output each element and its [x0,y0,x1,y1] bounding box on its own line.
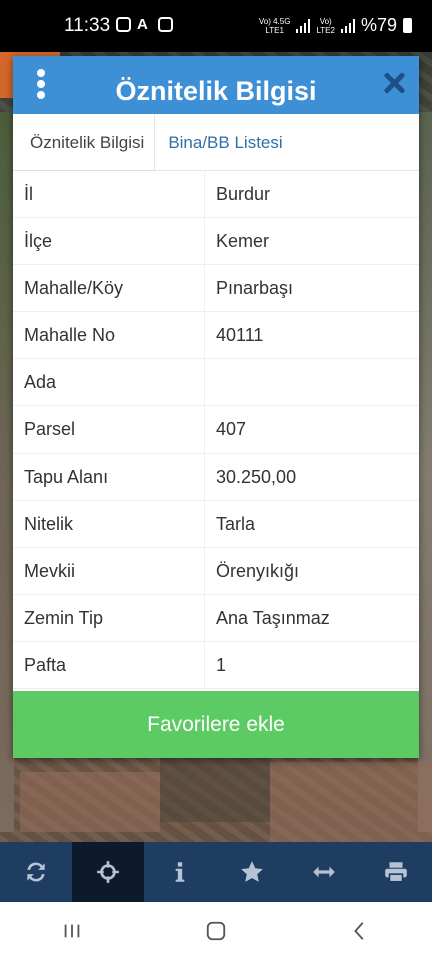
crosshair-icon [97,861,119,883]
map-edge-right [418,112,432,832]
row-key: Parsel [13,406,205,453]
row-value: 40111 [216,325,264,346]
measure-button[interactable] [288,842,360,902]
battery-icon [403,18,412,33]
row-key: Nitelik [13,500,205,547]
row-key: İl [13,171,205,218]
print-icon [385,862,407,883]
map-field [20,772,160,832]
table-row: Pafta 1 [13,641,419,690]
table-row: Parsel 407 [13,406,419,454]
refresh-icon [27,862,45,882]
instagram-icon [116,17,131,32]
row-key: Mahalle No [13,312,205,359]
system-icons: Vo) 4.5G LTE1 Vo) LTE2 %79 [259,15,412,36]
favorites-button[interactable] [216,842,288,902]
dialog-header: Öznitelik Bilgisi [13,56,419,114]
table-row: Nitelik Tarla [13,500,419,548]
map-field [270,762,432,842]
signal-icon-2 [340,18,355,33]
row-key: Zemin Tip [13,594,205,641]
bottom-toolbar [0,842,432,902]
notification-icons: A [116,17,173,32]
table-row: İl Burdur [13,171,419,219]
row-value: 30.250,00 [216,466,297,487]
recent-apps-button[interactable] [52,911,92,951]
app-a-icon: A [137,16,148,33]
star-icon [241,861,263,882]
add-to-favorites-button[interactable]: Favorilere ekle [13,691,419,758]
table-row: Zemin Tip Ana Taşınmaz [13,594,419,642]
signal-icon [296,18,311,33]
table-row: Tapu Alanı 30.250,00 [13,453,419,501]
close-icon[interactable] [383,72,405,94]
attribute-table: İl Burdur İlçe Kemer Mahalle/Köy Pınarbaşı … [13,171,419,690]
row-value: Tarla [216,513,256,534]
home-button[interactable] [196,911,236,951]
table-row: Mahalle No 40111 [13,312,419,360]
map-edge-left [0,112,14,832]
network-indicator-2: Vo) LTE2 [316,16,335,35]
table-row: İlçe Kemer [13,218,419,266]
table-row: Mahalle/Köy Pınarbaşı [13,265,419,313]
row-value: 1 [216,654,227,675]
info-button[interactable] [144,842,216,902]
tab-attribute-info[interactable]: Öznitelik Bilgisi [13,114,156,171]
status-bar: 11:33 A Vo) 4.5G LTE1 Vo) LTE2 %79 [0,0,432,52]
dialog-title: Öznitelik Bilgisi [115,76,317,106]
row-value: Örenyıkığı [216,560,300,581]
recent-apps-icon [64,924,80,938]
row-key: İlçe [13,218,205,265]
measure-icon [313,866,335,878]
row-value: Kemer [216,231,270,252]
tab-building-list[interactable]: Bina/BB Listesi [155,114,292,171]
attribute-dialog: Öznitelik Bilgisi Öznitelik Bilgisi Bina… [13,56,419,758]
row-value: Pınarbaşı [216,278,294,299]
map-field [160,752,270,822]
refresh-button[interactable] [0,842,72,902]
row-value [205,359,419,405]
dialog-tabs: Öznitelik Bilgisi Bina/BB Listesi [13,114,419,171]
back-button[interactable] [340,911,380,951]
row-key: Ada [13,359,205,406]
row-key: Tapu Alanı [13,453,205,500]
row-value: Ana Taşınmaz [216,607,330,628]
row-value: 407 [216,419,247,440]
table-row: Mevkii Örenyıkığı [13,547,419,595]
row-key: Mahalle/Köy [13,265,205,312]
back-icon [354,922,364,940]
system-nav-bar [0,902,432,960]
row-value: Burdur [216,184,271,204]
row-key: Pafta [13,641,205,689]
gallery-icon [158,17,173,32]
clock: 11:33 [64,15,111,36]
info-icon [175,862,185,882]
table-row: Ada [13,359,419,407]
network-indicator-1: Vo) 4.5G LTE1 [258,16,291,35]
battery-percent: %79 [360,15,397,35]
home-icon [206,921,226,941]
print-button[interactable] [360,842,432,902]
locate-button[interactable] [72,842,144,902]
row-key: Mevkii [13,547,205,594]
